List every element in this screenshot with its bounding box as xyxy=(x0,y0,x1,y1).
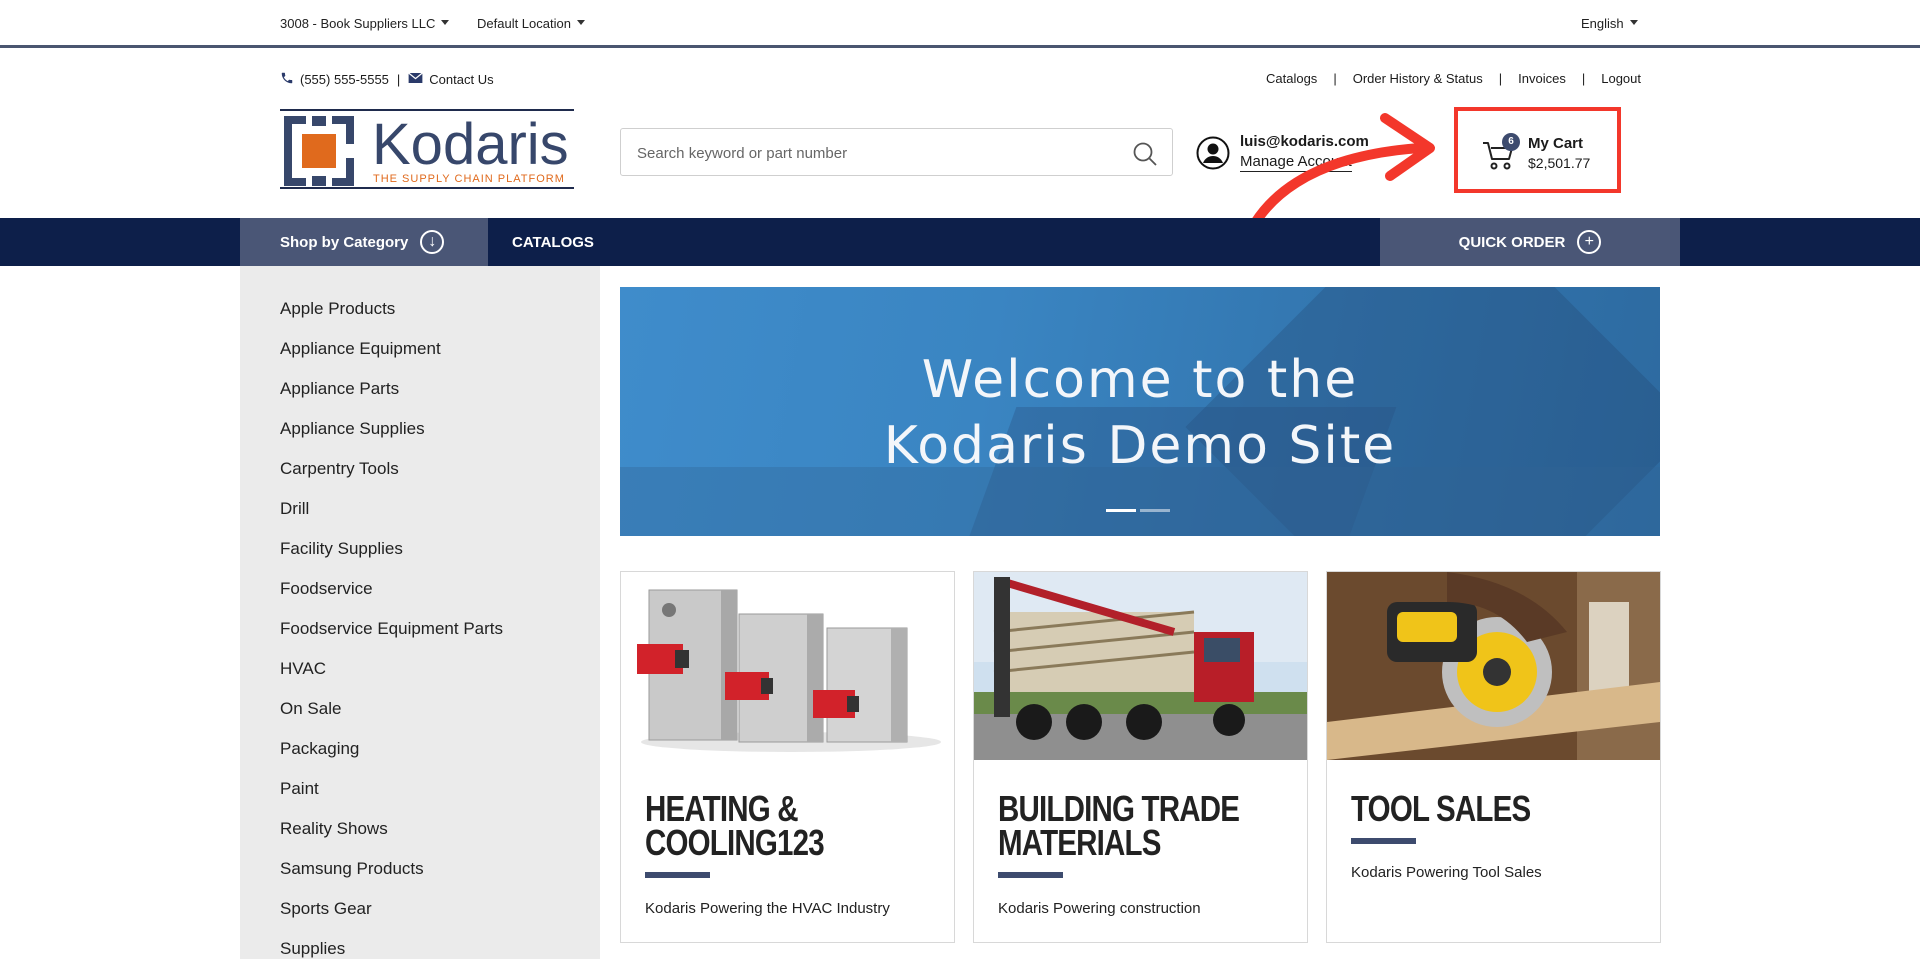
category-item[interactable]: Sports Gear xyxy=(280,899,503,939)
card-title-line: BUILDING TRADE xyxy=(998,788,1240,829)
card-description: Kodaris Powering Tool Sales xyxy=(1351,864,1542,881)
category-sidebar: Apple Products Appliance Equipment Appli… xyxy=(240,266,600,959)
category-item[interactable]: Reality Shows xyxy=(280,819,503,859)
plus-circle-icon: + xyxy=(1577,230,1602,254)
phone-link[interactable]: (555) 555-5555 xyxy=(300,72,389,87)
category-item[interactable]: Appliance Parts xyxy=(280,379,503,419)
search-box xyxy=(620,128,1173,176)
logo-tagline: THE SUPPLY CHAIN PLATFORM xyxy=(373,173,565,185)
carousel-indicators xyxy=(1106,509,1170,512)
hvac-image xyxy=(621,572,954,760)
card-accent-bar xyxy=(998,872,1063,878)
link-separator: | xyxy=(1498,71,1503,86)
header-links: Catalogs | Order History & Status | Invo… xyxy=(1266,71,1641,86)
search-icon[interactable] xyxy=(1132,141,1158,167)
top-utility-bar: 3008 - Book Suppliers LLC Default Locati… xyxy=(0,0,1920,48)
shop-by-category-label: Shop by Category xyxy=(280,233,409,251)
search-input[interactable] xyxy=(637,141,1117,165)
card-title: TOOL SALES xyxy=(1351,788,1589,829)
company-selector-label: 3008 - Book Suppliers LLC xyxy=(280,16,436,31)
link-separator: | xyxy=(1333,71,1337,86)
contact-separator: | xyxy=(396,72,401,87)
category-item[interactable]: Samsung Products xyxy=(280,859,503,899)
carousel-dot[interactable] xyxy=(1106,509,1136,512)
caret-down-icon xyxy=(576,20,585,26)
location-selector-label: Default Location xyxy=(477,16,571,31)
logo-mark-icon xyxy=(284,116,354,186)
card-title-line: COOLING123 xyxy=(645,822,825,863)
saw-image xyxy=(1327,572,1660,760)
cart-count-badge: 6 xyxy=(1502,133,1520,151)
cart-total: $2,501.77 xyxy=(1528,155,1591,171)
cart-title: My Cart xyxy=(1528,135,1584,152)
cart-button[interactable]: 6 My Cart $2,501.77 xyxy=(1454,107,1621,193)
company-selector[interactable]: 3008 - Book Suppliers LLC xyxy=(280,16,450,31)
category-item[interactable]: Packaging xyxy=(280,739,503,779)
site-logo[interactable]: Kodaris THE SUPPLY CHAIN PLATFORM xyxy=(280,109,574,189)
category-item[interactable]: HVAC xyxy=(280,659,503,699)
card-accent-bar xyxy=(645,872,710,878)
location-selector[interactable]: Default Location xyxy=(477,16,585,31)
quick-order-label: QUICK ORDER xyxy=(1458,233,1566,251)
language-selector-label: English xyxy=(1581,16,1624,31)
logout-link[interactable]: Logout xyxy=(1601,71,1641,86)
card-accent-bar xyxy=(1351,838,1416,844)
category-list: Apple Products Appliance Equipment Appli… xyxy=(280,299,503,979)
language-selector[interactable]: English xyxy=(1581,16,1638,31)
banner-heading: Welcome to the Kodaris Demo Site xyxy=(620,347,1660,479)
category-card-hvac[interactable]: HEATING & COOLING123 Kodaris Powering th… xyxy=(620,571,955,943)
card-title: HEATING & COOLING123 xyxy=(645,788,883,863)
shop-by-category-button[interactable]: Shop by Category ↓ xyxy=(240,218,488,266)
card-title: BUILDING TRADE MATERIALS xyxy=(998,788,1240,863)
card-title-line: TOOL SALES xyxy=(1351,788,1531,829)
caret-down-icon xyxy=(1629,20,1638,26)
card-description: Kodaris Powering the HVAC Industry xyxy=(645,900,890,917)
category-item[interactable]: Supplies xyxy=(280,939,503,979)
card-description: Kodaris Powering construction xyxy=(998,900,1201,917)
category-item[interactable]: Paint xyxy=(280,779,503,819)
banner-line-2: Kodaris Demo Site xyxy=(883,416,1397,476)
category-item[interactable]: Facility Supplies xyxy=(280,539,503,579)
nav-catalogs-link[interactable]: CATALOGS xyxy=(512,234,594,251)
logo-wordmark: Kodaris xyxy=(372,112,569,177)
card-title-line: MATERIALS xyxy=(998,822,1161,863)
caret-down-icon xyxy=(441,20,450,26)
mail-icon xyxy=(408,72,424,87)
invoices-link[interactable]: Invoices xyxy=(1518,71,1566,86)
category-item[interactable]: On Sale xyxy=(280,699,503,739)
order-history-link[interactable]: Order History & Status xyxy=(1353,71,1483,86)
contact-bar: (555) 555-5555 | Contact Us xyxy=(280,71,494,88)
carousel-dot[interactable] xyxy=(1140,509,1170,512)
category-item[interactable]: Appliance Equipment xyxy=(280,339,503,379)
card-title-line: HEATING & xyxy=(645,788,799,829)
main-nav: Shop by Category ↓ CATALOGS QUICK ORDER … xyxy=(0,218,1920,266)
arrow-down-circle-icon: ↓ xyxy=(420,230,445,254)
category-item[interactable]: Apple Products xyxy=(280,299,503,339)
category-card-building[interactable]: BUILDING TRADE MATERIALS Kodaris Powerin… xyxy=(973,571,1308,943)
category-item[interactable]: Foodservice Equipment Parts xyxy=(280,619,503,659)
category-item[interactable]: Foodservice xyxy=(280,579,503,619)
banner-line-1: Welcome to the xyxy=(921,350,1359,410)
category-item[interactable]: Appliance Supplies xyxy=(280,419,503,459)
catalogs-link[interactable]: Catalogs xyxy=(1266,71,1317,86)
truck-image xyxy=(974,572,1307,760)
quick-order-button[interactable]: QUICK ORDER + xyxy=(1380,218,1680,266)
contact-us-link[interactable]: Contact Us xyxy=(429,72,493,87)
link-separator: | xyxy=(1581,71,1586,86)
category-item[interactable]: Drill xyxy=(280,499,503,539)
phone-icon xyxy=(280,71,294,88)
category-item[interactable]: Carpentry Tools xyxy=(280,459,503,499)
hero-banner[interactable]: Welcome to the Kodaris Demo Site xyxy=(620,287,1660,536)
category-card-tools[interactable]: TOOL SALES Kodaris Powering Tool Sales xyxy=(1326,571,1661,943)
